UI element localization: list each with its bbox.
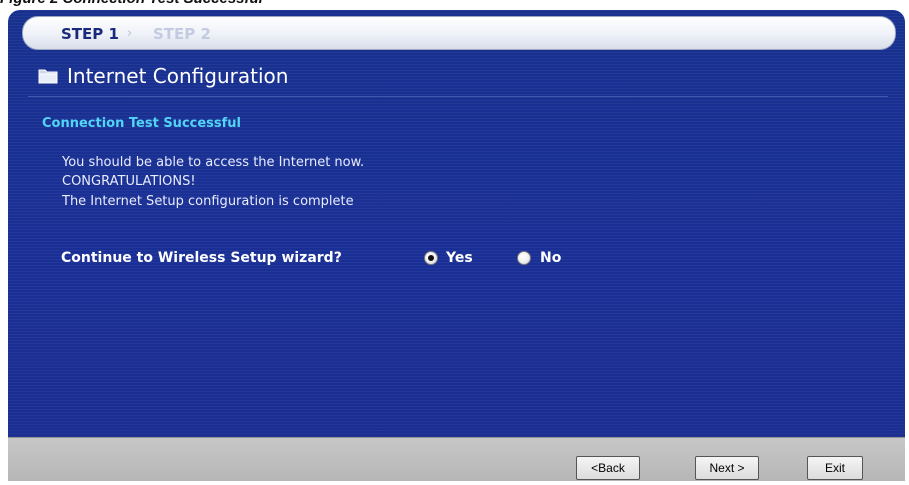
page-title: Internet Configuration [67,64,289,88]
step-2-label: STEP 2 [153,25,211,43]
radio-selected-dot [428,255,434,261]
exit-button[interactable]: Exit [807,456,863,480]
button-bar: <Back Next > Exit [8,437,905,481]
message-line: CONGRATULATIONS! [62,174,196,189]
radio-no-label[interactable]: No [540,250,561,266]
title-divider [28,96,888,97]
status-heading: Connection Test Successful [42,116,242,131]
radio-yes[interactable] [424,251,438,265]
question-label: Continue to Wireless Setup wizard? [61,250,342,266]
step-1-label: STEP 1 [61,25,119,43]
folder-icon [38,69,58,84]
back-button[interactable]: <Back [576,456,640,480]
message-line: You should be able to access the Interne… [62,155,365,170]
step-arrow-icon: › [127,26,133,41]
wizard-panel: STEP 1 › STEP 2 Internet Configuration C… [8,10,905,481]
next-button[interactable]: Next > [695,456,759,480]
message-line: The Internet Setup configuration is comp… [62,194,354,209]
step-indicator: STEP 1 › STEP 2 [22,16,896,50]
figure-caption: Figure 2 Connection Test Successful [0,0,263,8]
radio-yes-label[interactable]: Yes [446,250,473,266]
radio-no[interactable] [517,251,531,265]
